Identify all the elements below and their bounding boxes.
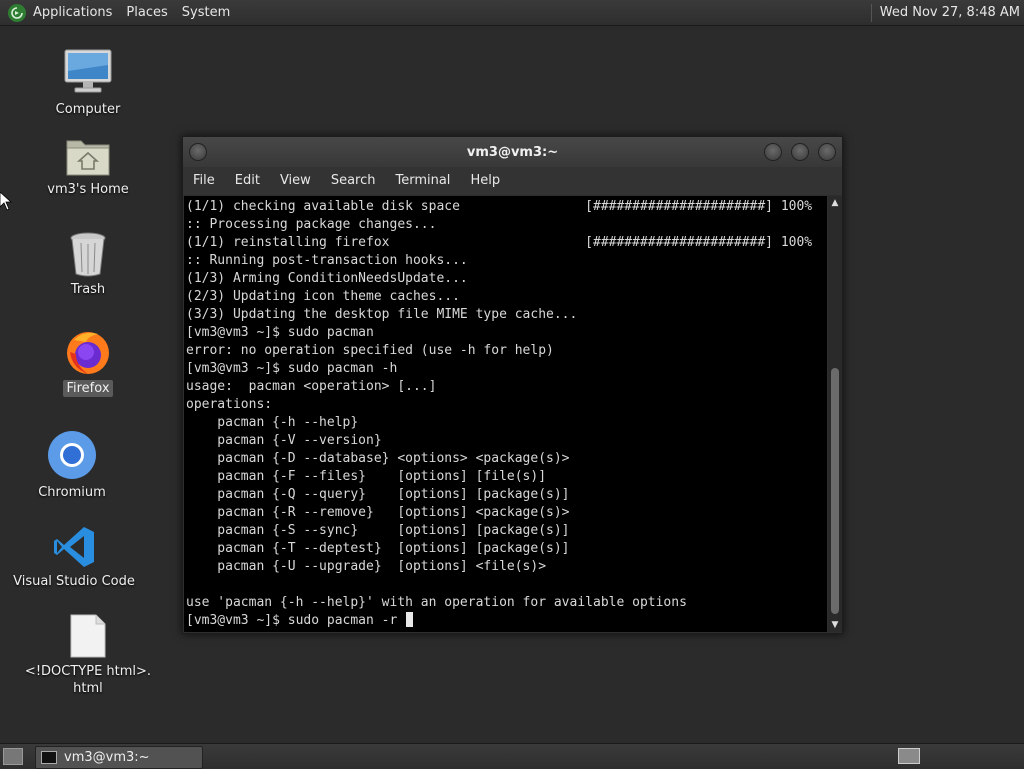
terminal-line: pacman {-S --sync} [options] [package(s)… — [186, 523, 570, 538]
desktop-icon-label: <!DOCTYPE html>. html — [24, 664, 152, 696]
close-button[interactable] — [818, 143, 836, 161]
menu-file[interactable]: File — [183, 167, 225, 195]
terminal-line: (1/3) Arming ConditionNeedsUpdate... — [186, 271, 468, 286]
desktop-icon-label: Computer — [55, 102, 121, 117]
terminal-icon — [41, 751, 57, 764]
terminal-line: operations: — [186, 397, 273, 412]
terminal-line: error: no operation specified (use -h fo… — [186, 343, 554, 358]
terminal-line: use 'pacman {-h --help}' with an operati… — [186, 595, 687, 610]
scroll-thumb[interactable] — [831, 368, 839, 614]
terminal-line: (3/3) Updating the desktop file MIME typ… — [186, 307, 578, 322]
desktop-icon-label: Visual Studio Code — [13, 574, 135, 589]
terminal-line: (1/1) reinstalling firefox [############… — [186, 235, 813, 250]
chromium-icon — [46, 428, 98, 480]
show-desktop-icon[interactable] — [3, 748, 23, 765]
menu-edit[interactable]: Edit — [225, 167, 270, 195]
terminal-line: [vm3@vm3 ~]$ sudo pacman -h — [186, 361, 398, 376]
system-menu[interactable]: System — [175, 0, 237, 25]
desktop-icon-home[interactable]: vm3's Home — [13, 125, 163, 198]
document-icon — [62, 607, 114, 659]
window-menu-button[interactable] — [189, 143, 207, 161]
taskbar-label: vm3@vm3:~ — [64, 750, 150, 765]
bottom-panel: vm3@vm3:~ — [0, 743, 1024, 769]
terminal-line: (2/3) Updating icon theme caches... — [186, 289, 460, 304]
terminal-line: pacman {-Q --query} [options] [package(s… — [186, 487, 570, 502]
firefox-icon — [62, 324, 114, 376]
clock-area[interactable]: Wed Nov 27, 8:48 AM — [870, 0, 1024, 25]
terminal-menu-bar: File Edit View Search Terminal Help — [183, 167, 842, 195]
menu-terminal[interactable]: Terminal — [385, 167, 460, 195]
vscode-icon — [48, 517, 100, 569]
desktop-icon-label: vm3's Home — [47, 182, 129, 197]
window-title: vm3@vm3:~ — [466, 144, 559, 160]
top-panel: Applications Places System Wed Nov 27, 8… — [0, 0, 1024, 26]
desktop-icon-firefox[interactable]: Firefox — [13, 324, 163, 397]
trash-icon — [62, 225, 114, 277]
menu-help[interactable]: Help — [460, 167, 510, 195]
terminal-line: pacman {-U --upgrade} [options] <file(s)… — [186, 559, 547, 574]
terminal-line: pacman {-V --version} — [186, 433, 382, 448]
terminal-line: pacman {-R --remove} [options] <package(… — [186, 505, 570, 520]
terminal-line: :: Running post-transaction hooks... — [186, 253, 468, 268]
maximize-button[interactable] — [791, 143, 809, 161]
terminal-title-bar[interactable]: vm3@vm3:~ — [183, 137, 842, 167]
mouse-pointer-icon — [0, 192, 12, 211]
terminal-prompt: [vm3@vm3 ~]$ sudo pacman -r — [186, 613, 406, 628]
terminal-line: pacman {-T --deptest} [options] [package… — [186, 541, 570, 556]
desktop-icon-label: Chromium — [38, 485, 106, 500]
top-panel-menus: Applications Places System — [0, 0, 237, 25]
menu-search[interactable]: Search — [321, 167, 386, 195]
text-cursor — [406, 612, 414, 627]
terminal-line: pacman {-D --database} <options> <packag… — [186, 451, 570, 466]
distro-logo-icon[interactable] — [8, 3, 26, 22]
terminal-output[interactable]: (1/1) checking available disk space [###… — [184, 196, 827, 632]
desktop-icon-chromium[interactable]: Chromium — [0, 428, 147, 501]
terminal-line: pacman {-F --files} [options] [file(s)] — [186, 469, 547, 484]
taskbar-terminal-button[interactable]: vm3@vm3:~ — [35, 746, 203, 769]
terminal-line: :: Processing package changes... — [186, 217, 437, 232]
clock[interactable]: Wed Nov 27, 8:48 AM — [880, 5, 1024, 20]
computer-icon — [62, 45, 114, 97]
scroll-down-arrow-icon[interactable]: ▼ — [828, 618, 842, 632]
terminal-line: (1/1) checking available disk space [###… — [186, 199, 813, 214]
desktop-icon-computer[interactable]: Computer — [13, 45, 163, 118]
desktop-icon-trash[interactable]: Trash — [13, 225, 163, 298]
terminal-line: [vm3@vm3 ~]$ sudo pacman — [186, 325, 374, 340]
menu-view[interactable]: View — [270, 167, 321, 195]
terminal-line: pacman {-h --help} — [186, 415, 359, 430]
terminal-line: usage: pacman <operation> [...] — [186, 379, 437, 394]
terminal-lines: (1/1) checking available disk space [###… — [184, 196, 827, 630]
terminal-prompt-line[interactable]: [vm3@vm3 ~]$ sudo pacman -r — [186, 612, 827, 630]
workspace-switcher[interactable] — [898, 748, 920, 764]
desktop-icon-vscode[interactable]: Visual Studio Code — [0, 517, 149, 590]
scroll-up-arrow-icon[interactable]: ▲ — [828, 196, 842, 210]
clock-separator — [870, 3, 872, 22]
places-menu[interactable]: Places — [119, 0, 174, 25]
desktop-icon-label: Trash — [70, 282, 106, 297]
terminal-window[interactable]: vm3@vm3:~ File Edit View Search Terminal… — [182, 136, 843, 634]
applications-menu[interactable]: Applications — [26, 0, 119, 25]
desktop-icon-label: Firefox — [63, 380, 113, 397]
minimize-button[interactable] — [764, 143, 782, 161]
desktop-icon-html-file[interactable]: <!DOCTYPE html>. html — [13, 607, 163, 697]
home-folder-icon — [62, 125, 114, 177]
terminal-scrollbar[interactable]: ▲ ▼ — [828, 196, 842, 632]
